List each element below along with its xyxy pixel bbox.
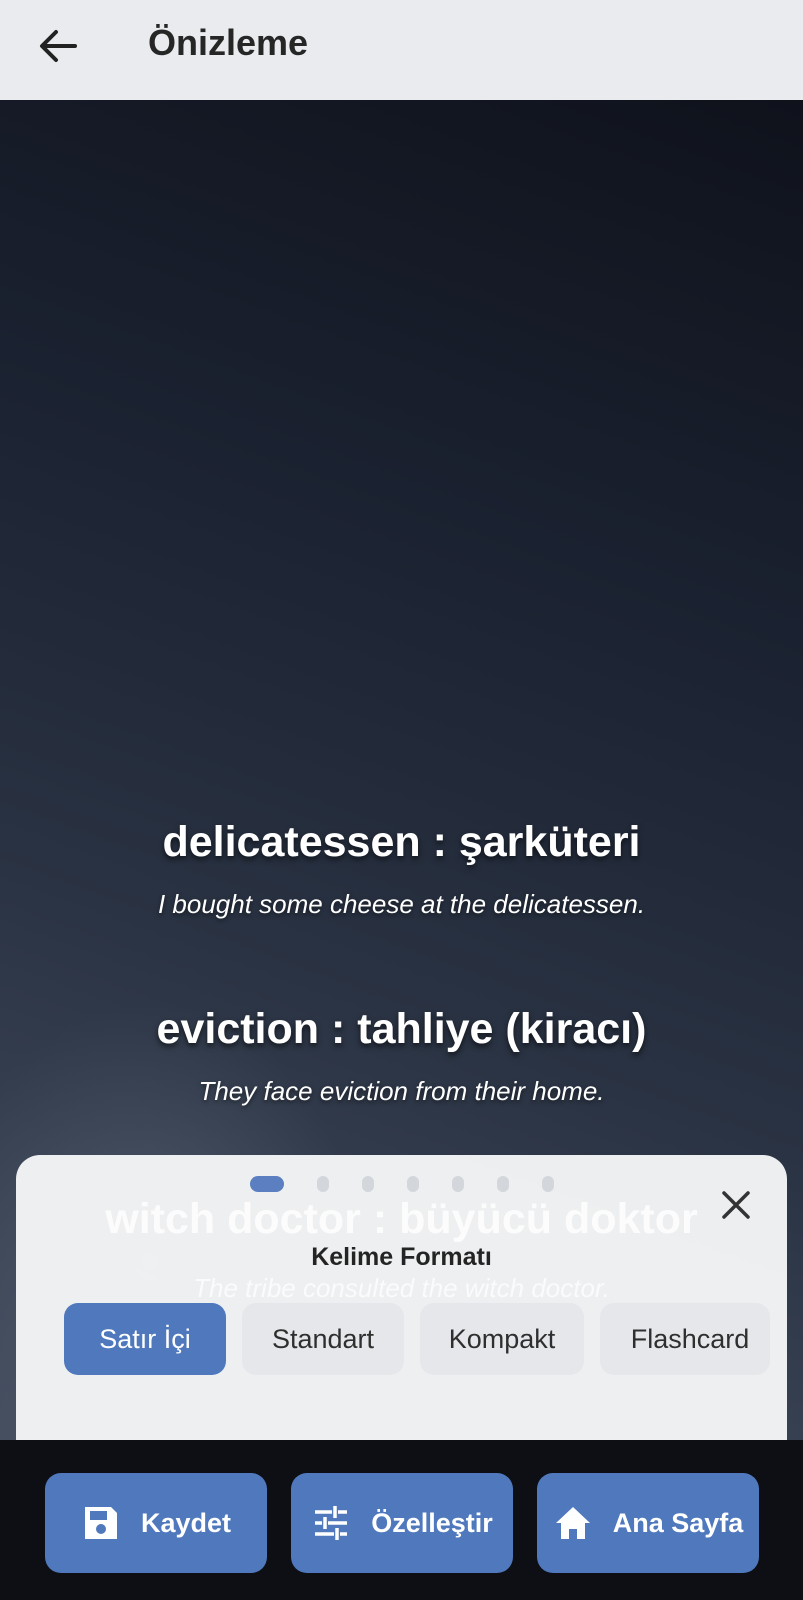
page-dot[interactable] [452, 1176, 464, 1192]
format-option-satir-ici[interactable]: Satır İçi [64, 1303, 226, 1375]
page-dot[interactable] [497, 1176, 509, 1192]
home-icon [555, 1507, 590, 1539]
back-button[interactable] [36, 24, 80, 68]
close-button[interactable] [716, 1185, 756, 1225]
vocabulary-entry: delicatessen : şarküteri I bought some c… [0, 818, 803, 920]
customize-button-label: Özelleştir [371, 1507, 493, 1538]
page-dot-active[interactable] [250, 1176, 284, 1192]
vocabulary-example: I bought some cheese at the delicatessen… [157, 889, 646, 919]
vocabulary-example: The tribe consulted the witch doctor. [193, 1273, 610, 1303]
save-button-label: Kaydet [140, 1507, 232, 1538]
word-format-sheet: witch doctor : büyücü doktor The tribe c… [16, 1155, 787, 1445]
app-bar: Önizleme [0, 0, 803, 100]
home-button-label: Ana Sayfa [612, 1507, 744, 1538]
bottom-action-bar: Kaydet Özelleştir Ana Sayfa [0, 1440, 803, 1600]
format-option-kompakt[interactable]: Kompakt [420, 1303, 584, 1375]
save-button[interactable]: Kaydet [45, 1473, 267, 1573]
vocabulary-entry: eviction : tahliye (kiracı) They face ev… [0, 1005, 803, 1107]
save-icon [84, 1507, 117, 1539]
tune-icon [315, 1506, 348, 1540]
vocabulary-word: eviction : tahliye (kiracı) [156, 1005, 647, 1053]
format-options: Satır İçi Standart Kompakt Flashcard [64, 1303, 778, 1377]
format-option-flashcard[interactable]: Flashcard [600, 1303, 770, 1375]
home-button[interactable]: Ana Sayfa [537, 1473, 759, 1573]
vocabulary-word: delicatessen : şarküteri [162, 818, 641, 866]
page-dot[interactable] [407, 1176, 419, 1192]
sheet-title: Kelime Formatı [311, 1243, 492, 1271]
vocabulary-word: witch doctor : büyücü doktor [105, 1195, 698, 1243]
close-icon [722, 1191, 750, 1219]
page-dot[interactable] [362, 1176, 374, 1192]
format-option-standart[interactable]: Standart [242, 1303, 404, 1375]
page-indicator [250, 1175, 587, 1193]
page-dot[interactable] [317, 1176, 329, 1192]
vocabulary-example: They face eviction from their home. [198, 1076, 605, 1106]
arrow-left-icon [40, 30, 77, 62]
page-title: Önizleme [148, 22, 309, 63]
customize-button[interactable]: Özelleştir [291, 1473, 513, 1573]
page-dot[interactable] [542, 1176, 554, 1192]
